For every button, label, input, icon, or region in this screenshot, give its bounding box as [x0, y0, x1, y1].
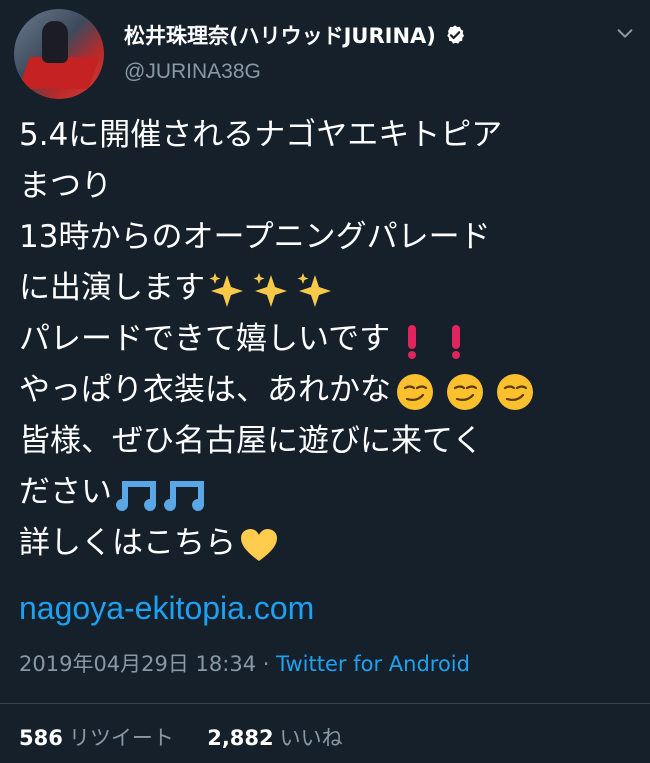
meta-separator: · — [262, 652, 270, 676]
yellow-heart-icon — [241, 528, 277, 561]
tweet-line: 詳しくはこちら — [19, 518, 639, 569]
tweet-source[interactable]: Twitter for Android — [276, 652, 470, 676]
tweet-meta: 2019年04月29日 18:34 · Twitter for Android — [19, 648, 470, 678]
tweet-line-text: に出演します — [19, 270, 205, 306]
retweets-count: 586 — [19, 726, 63, 750]
verified-badge-icon — [447, 25, 464, 44]
tweet-stats: 586 リツイート 2,882 いいね — [19, 722, 343, 752]
tweet-line: パレードできて嬉しいです — [19, 314, 639, 365]
tweet-line-text: 皆様、ぜひ名古屋に遊びに来てく — [19, 423, 484, 459]
author-name-row: 松井珠理奈(ハリウッドJURINA) — [124, 20, 466, 50]
likes-stat[interactable]: 2,882 いいね — [207, 726, 342, 750]
user-handle[interactable]: @JURINA38G — [124, 60, 261, 84]
retweets-label: リツイート — [68, 726, 174, 750]
display-name[interactable]: 松井珠理奈(ハリウッドJURINA) — [124, 20, 436, 50]
tweet-text: 5.4に開催されるナゴヤエキトピア まつり 13時からのオープニングパレード に… — [19, 110, 639, 569]
tweet-line: やっぱり衣装は、あれかな — [19, 365, 639, 416]
tweet-line-text: 5.4に開催されるナゴヤエキトピア — [19, 117, 503, 153]
sparkles-icon — [209, 272, 331, 307]
tweet-link[interactable]: nagoya-ekitopia.com — [19, 583, 314, 634]
smirking-face-icon — [397, 373, 533, 410]
tweet-line-text: パレードできて嬉しいです — [19, 321, 391, 357]
avatar-figure-shape — [42, 21, 68, 63]
timestamp[interactable]: 2019年04月29日 18:34 — [19, 652, 256, 676]
tweet-line: まつり — [19, 161, 639, 212]
likes-count: 2,882 — [207, 726, 274, 750]
tweet-line-text: まつり — [19, 168, 112, 204]
likes-label: いいね — [279, 726, 343, 750]
divider — [0, 703, 650, 704]
tweet-line: に出演します — [19, 263, 639, 314]
tweet-line: ださい — [19, 467, 639, 518]
tweet-line: 皆様、ぜひ名古屋に遊びに来てく — [19, 416, 639, 467]
tweet-line: 13時からのオープニングパレード — [19, 212, 639, 263]
avatar[interactable] — [14, 9, 104, 99]
retweets-stat[interactable]: 586 リツイート — [19, 726, 174, 750]
tweet-card: 松井珠理奈(ハリウッドJURINA) @JURINA38G 5.4に開催されるナ… — [0, 0, 650, 763]
red-exclamation-icon — [408, 324, 461, 359]
tweet-line-text: ださい — [19, 474, 112, 510]
musical-notes-icon — [116, 480, 204, 511]
chevron-down-icon[interactable] — [614, 22, 636, 44]
tweet-line: 5.4に開催されるナゴヤエキトピア — [19, 110, 639, 161]
tweet-line-text: 13時からのオープニングパレード — [19, 219, 491, 255]
tweet-line-text: やっぱり衣装は、あれかな — [19, 372, 391, 408]
tweet-line-text: 詳しくはこちら — [19, 525, 236, 561]
